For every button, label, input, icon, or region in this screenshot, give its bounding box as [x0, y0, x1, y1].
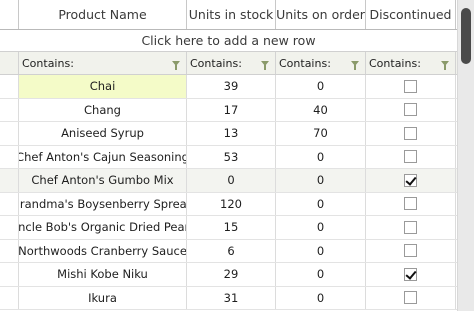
column-header-units-in-stock[interactable]: Units in stock — [187, 0, 276, 29]
filter-cell-product-name[interactable]: Contains: — [19, 52, 187, 74]
product-name-cell[interactable]: Grandma's Boysenberry Spread — [19, 192, 187, 215]
row-indicator[interactable] — [0, 239, 19, 262]
table-row[interactable]: Chef Anton's Gumbo Mix 0 0 — [0, 169, 457, 193]
discontinued-cell — [366, 192, 456, 215]
discontinued-cell — [366, 75, 456, 98]
filter-funnel-icon[interactable] — [172, 60, 180, 70]
column-header-units-on-order[interactable]: Units on order — [276, 0, 366, 29]
row-indicator[interactable] — [0, 145, 19, 168]
units-in-stock-cell[interactable]: 120 — [187, 192, 276, 215]
units-in-stock-cell[interactable]: 15 — [187, 216, 276, 239]
product-name-cell[interactable]: Uncle Bob's Organic Dried Pears — [19, 216, 187, 239]
units-in-stock-cell[interactable]: 31 — [187, 286, 276, 309]
row-indicator[interactable] — [0, 98, 19, 121]
discontinued-checkbox[interactable] — [404, 291, 417, 305]
filter-funnel-icon[interactable] — [261, 60, 269, 70]
discontinued-cell — [366, 216, 456, 239]
vertical-scrollbar[interactable] — [457, 0, 474, 311]
column-header-product-name[interactable]: Product Name — [19, 0, 187, 29]
discontinued-cell — [366, 98, 456, 121]
units-in-stock-cell[interactable]: 39 — [187, 75, 276, 98]
discontinued-checkbox[interactable] — [404, 220, 417, 234]
units-in-stock-cell[interactable]: 17 — [187, 98, 276, 121]
table-row[interactable]: Mishi Kobe Niku 29 0 — [0, 263, 457, 287]
column-header-discontinued[interactable]: Discontinued — [366, 0, 456, 29]
row-indicator-header — [0, 0, 19, 29]
product-name-cell[interactable]: Chai — [19, 75, 187, 98]
product-name-cell[interactable]: Mishi Kobe Niku — [19, 263, 187, 286]
row-indicator[interactable] — [0, 169, 19, 192]
table-row[interactable]: Chang 17 40 — [0, 98, 457, 122]
discontinued-checkbox[interactable] — [404, 197, 417, 211]
filter-operator-label: Contains: — [22, 56, 74, 70]
table-row[interactable]: Uncle Bob's Organic Dried Pears 15 0 — [0, 216, 457, 240]
units-on-order-cell[interactable]: 0 — [276, 286, 366, 309]
discontinued-checkbox[interactable] — [404, 103, 417, 117]
filter-operator-label: Contains: — [279, 56, 331, 70]
discontinued-checkbox[interactable] — [404, 79, 417, 93]
units-in-stock-cell[interactable]: 6 — [187, 239, 276, 262]
units-in-stock-cell[interactable]: 53 — [187, 145, 276, 168]
units-in-stock-cell[interactable]: 0 — [187, 169, 276, 192]
table-row[interactable]: Ikura 31 0 — [0, 286, 457, 310]
units-on-order-cell[interactable]: 0 — [276, 75, 366, 98]
filter-operator-label: Contains: — [190, 56, 242, 70]
product-name-cell[interactable]: Northwoods Cranberry Sauce — [19, 239, 187, 262]
row-indicator[interactable] — [0, 216, 19, 239]
products-grid: Product Name Units in stock Units on ord… — [0, 0, 457, 311]
table-row[interactable]: Aniseed Syrup 13 70 — [0, 122, 457, 146]
filter-funnel-icon[interactable] — [441, 60, 449, 70]
units-on-order-cell[interactable]: 40 — [276, 98, 366, 121]
add-new-row[interactable]: Click here to add a new row — [0, 30, 457, 52]
product-name-cell[interactable]: Chef Anton's Cajun Seasoning — [19, 145, 187, 168]
units-on-order-cell[interactable]: 70 — [276, 122, 366, 145]
units-in-stock-cell[interactable]: 29 — [187, 263, 276, 286]
filter-row: Contains: Contains: Contains: Contains: — [0, 52, 457, 75]
filter-cell-units-in-stock[interactable]: Contains: — [187, 52, 276, 74]
filter-funnel-icon[interactable] — [351, 60, 359, 70]
row-indicator[interactable] — [0, 263, 19, 286]
table-row[interactable]: Northwoods Cranberry Sauce 6 0 — [0, 239, 457, 263]
units-on-order-cell[interactable]: 0 — [276, 263, 366, 286]
units-on-order-cell[interactable]: 0 — [276, 169, 366, 192]
grid-body: Chai 39 0 Chang 17 40 Aniseed Syrup 13 7… — [0, 75, 457, 310]
filter-row-indicator — [0, 52, 19, 74]
units-on-order-cell[interactable]: 0 — [276, 145, 366, 168]
units-in-stock-cell[interactable]: 13 — [187, 122, 276, 145]
product-name-cell[interactable]: Ikura — [19, 286, 187, 309]
filter-operator-label: Contains: — [369, 56, 421, 70]
filter-cell-discontinued[interactable]: Contains: — [366, 52, 456, 74]
units-on-order-cell[interactable]: 0 — [276, 239, 366, 262]
discontinued-checkbox[interactable] — [404, 150, 417, 164]
row-indicator[interactable] — [0, 122, 19, 145]
discontinued-cell — [366, 145, 456, 168]
discontinued-cell — [366, 239, 456, 262]
product-name-cell[interactable]: Aniseed Syrup — [19, 122, 187, 145]
table-row[interactable]: Chef Anton's Cajun Seasoning 53 0 — [0, 145, 457, 169]
discontinued-cell — [366, 169, 456, 192]
discontinued-cell — [366, 286, 456, 309]
table-row[interactable]: Grandma's Boysenberry Spread 120 0 — [0, 192, 457, 216]
product-name-cell[interactable]: Chef Anton's Gumbo Mix — [19, 169, 187, 192]
discontinued-checkbox[interactable] — [404, 173, 417, 187]
product-name-cell[interactable]: Chang — [19, 98, 187, 121]
discontinued-checkbox[interactable] — [404, 267, 417, 281]
discontinued-cell — [366, 263, 456, 286]
row-indicator[interactable] — [0, 192, 19, 215]
discontinued-cell — [366, 122, 456, 145]
units-on-order-cell[interactable]: 0 — [276, 192, 366, 215]
row-indicator[interactable] — [0, 286, 19, 309]
discontinued-checkbox[interactable] — [404, 126, 417, 140]
row-indicator[interactable] — [0, 75, 19, 98]
column-header-row: Product Name Units in stock Units on ord… — [0, 0, 457, 30]
table-row[interactable]: Chai 39 0 — [0, 75, 457, 99]
filter-cell-units-on-order[interactable]: Contains: — [276, 52, 366, 74]
scrollbar-thumb[interactable] — [461, 8, 471, 64]
units-on-order-cell[interactable]: 0 — [276, 216, 366, 239]
discontinued-checkbox[interactable] — [404, 244, 417, 258]
